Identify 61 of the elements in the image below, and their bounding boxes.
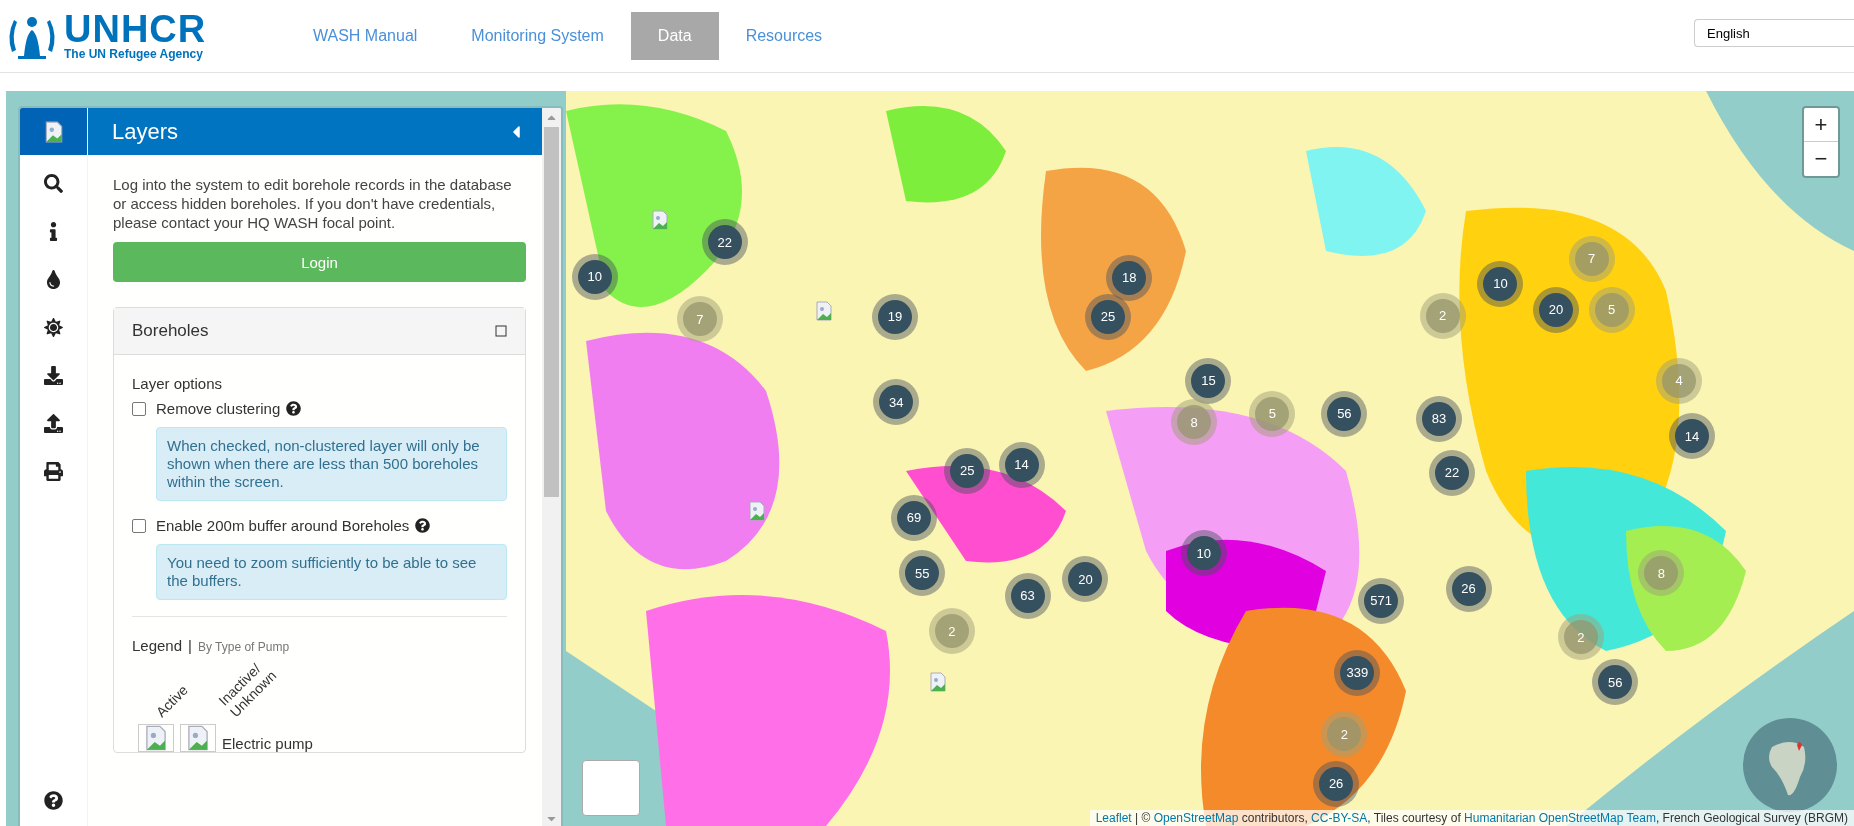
cluster-marker[interactable]: 56: [1592, 659, 1639, 706]
legend-subtitle: By Type of Pump: [197, 640, 290, 654]
attribution-link[interactable]: OpenStreetMap: [1153, 811, 1239, 825]
help-icon[interactable]: [415, 518, 431, 533]
cluster-marker[interactable]: 56: [1321, 390, 1368, 437]
separator: |: [188, 637, 192, 654]
globe-minimap-drawing[interactable]: [1742, 717, 1838, 813]
broken-image-icon: [747, 500, 766, 521]
cluster-marker[interactable]: 25: [944, 447, 991, 494]
cluster-marker[interactable]: 20: [1533, 286, 1580, 333]
cluster-marker[interactable]: 10: [571, 253, 618, 300]
card-title: Boreholes: [132, 321, 210, 341]
cluster-marker[interactable]: 10: [1477, 260, 1524, 307]
broken-image-icon: [138, 724, 174, 752]
broken-image-icon: [180, 724, 216, 752]
zoom-out-button[interactable]: −: [1804, 142, 1838, 176]
cluster-marker[interactable]: 339: [1334, 649, 1381, 696]
cluster-marker[interactable]: 14: [1669, 413, 1715, 460]
cluster-marker[interactable]: 19: [872, 293, 919, 340]
layer-switcher-button[interactable]: [582, 760, 640, 816]
checkbox[interactable]: [132, 518, 146, 533]
cluster-marker[interactable]: 10: [1180, 530, 1227, 577]
panel-title: Layers: [112, 118, 180, 145]
cluster-marker[interactable]: 26: [1313, 760, 1360, 807]
help-icon[interactable]: [286, 401, 302, 416]
broken-image-icon: [928, 672, 947, 693]
broken-image-icon: [650, 209, 669, 230]
language-select[interactable]: English: [1694, 19, 1854, 47]
info-note: When checked, non-clustered layer will only be shown when there are less than 500 boreholes within the screen.: [156, 427, 507, 501]
logo-name: UNHCR: [64, 11, 207, 47]
cluster-marker[interactable]: 83: [1415, 395, 1462, 442]
cluster-marker[interactable]: 14: [998, 441, 1045, 488]
cluster-marker[interactable]: 69: [891, 494, 937, 541]
cluster-marker[interactable]: 20: [1062, 556, 1109, 603]
broken-image-icon: [815, 300, 834, 321]
attribution-link[interactable]: Humanitarian OpenStreetMap Team: [1464, 811, 1656, 825]
legend-title: Legend: [132, 637, 183, 654]
info-note: You need to zoom sufficiently to be able to see the buffers.: [156, 544, 507, 600]
zoom-in-button[interactable]: +: [1804, 108, 1838, 142]
cluster-marker[interactable]: 571: [1358, 577, 1405, 624]
logo-tagline: The UN Refugee Agency: [64, 47, 204, 61]
cluster-marker[interactable]: 34: [873, 379, 920, 425]
cluster-marker[interactable]: 22: [701, 219, 748, 266]
section-title: Layer options: [132, 375, 224, 392]
legend-label: Electric pump: [222, 735, 313, 752]
cluster-marker[interactable]: 26: [1445, 565, 1492, 612]
broken-image-icon: [43, 120, 64, 143]
cluster-marker[interactable]: 18: [1106, 254, 1153, 301]
login-message: Log into the system to edit borehole records in the database or access hidden boreholes. If you don't have credentials, please contact your HQ WASH focal point.: [113, 175, 513, 232]
square-icon[interactable]: [495, 325, 507, 337]
layers-tab[interactable]: [20, 108, 87, 155]
cluster-marker[interactable]: 25: [1084, 293, 1131, 340]
checkbox[interactable]: [132, 401, 146, 416]
cluster-marker[interactable]: 55: [899, 550, 946, 597]
option-label: Remove clustering: [156, 400, 281, 417]
cluster-marker[interactable]: 63: [1004, 572, 1051, 619]
option-label: Enable 200m buffer around Boreholes: [156, 517, 410, 534]
cluster-marker[interactable]: 22: [1429, 449, 1475, 496]
cluster-marker[interactable]: 15: [1185, 357, 1232, 404]
attribution-link[interactable]: Leaflet: [1095, 811, 1132, 825]
map-attribution: Leaflet | © OpenStreetMap contributors, CC-BY-SA, Tiles courtesy of Humanitarian OpenStreetMap Team, French Geological Survey (BRGM): [1089, 810, 1854, 826]
